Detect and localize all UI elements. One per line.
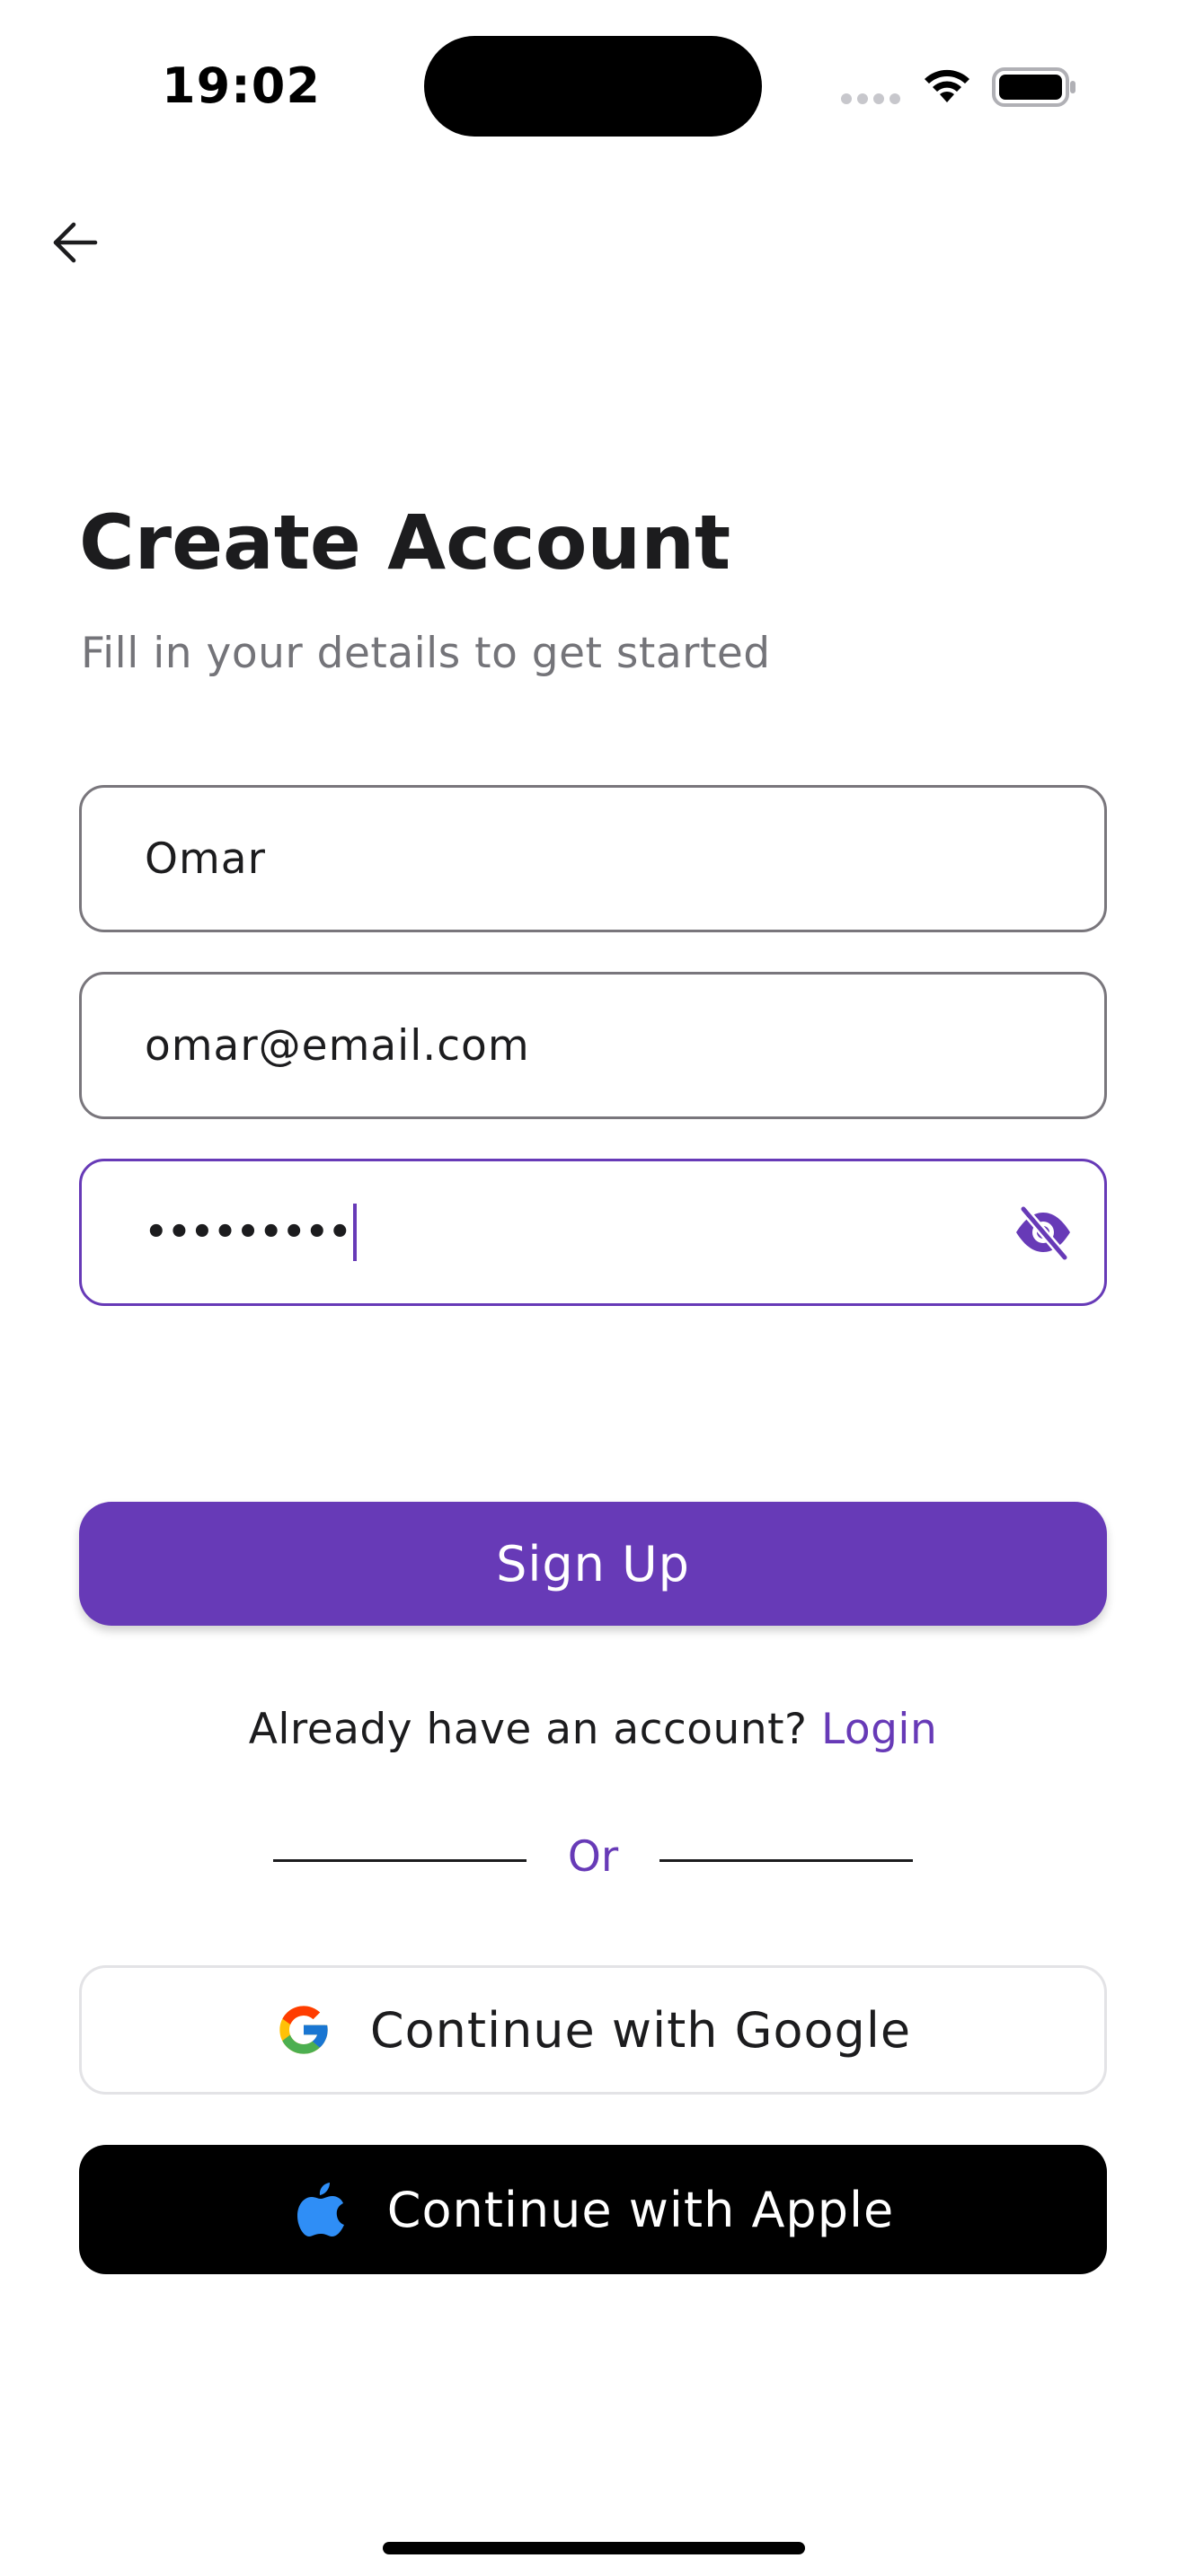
email-field[interactable]: omar@email.com [79, 972, 1107, 1119]
continue-with-google-button[interactable]: Continue with Google [79, 1965, 1107, 2095]
text-caret [353, 1204, 358, 1261]
continue-with-apple-button[interactable]: Continue with Apple [79, 2145, 1107, 2274]
password-visibility-toggle[interactable] [1011, 1200, 1075, 1265]
dynamic-island [424, 36, 762, 137]
sign-up-button[interactable]: Sign Up [79, 1502, 1107, 1626]
page-title: Create Account [79, 498, 731, 587]
login-prompt-text: Already have an account? [248, 1705, 808, 1754]
name-field-value: Omar [145, 834, 266, 884]
divider-line-right [659, 1859, 913, 1862]
apple-button-label: Continue with Apple [386, 2181, 895, 2238]
divider-line-left [273, 1859, 527, 1862]
back-button[interactable] [47, 214, 104, 271]
password-field[interactable]: ••••••••• [79, 1159, 1107, 1306]
home-indicator[interactable] [383, 2542, 805, 2554]
login-link[interactable]: Login [821, 1705, 937, 1754]
eye-off-icon [1016, 1204, 1070, 1262]
password-field-value: ••••••••• [145, 1212, 352, 1253]
login-prompt: Already have an account? Login [0, 1705, 1186, 1754]
email-field-value: omar@email.com [145, 1020, 530, 1071]
arrow-left-icon [53, 222, 98, 263]
name-field[interactable]: Omar [79, 785, 1107, 932]
google-icon [275, 2001, 332, 2059]
google-button-label: Continue with Google [369, 2001, 912, 2059]
page-subtitle: Fill in your details to get started [81, 629, 771, 678]
battery-icon [992, 66, 1078, 108]
status-time: 19:02 [162, 57, 321, 114]
create-account-screen: 19:02 Create Account Fill in your detail… [0, 0, 1186, 2576]
apple-icon [292, 2181, 350, 2238]
signal-icon [841, 93, 900, 104]
divider-label: Or [567, 1832, 619, 1882]
wifi-icon [920, 63, 974, 106]
